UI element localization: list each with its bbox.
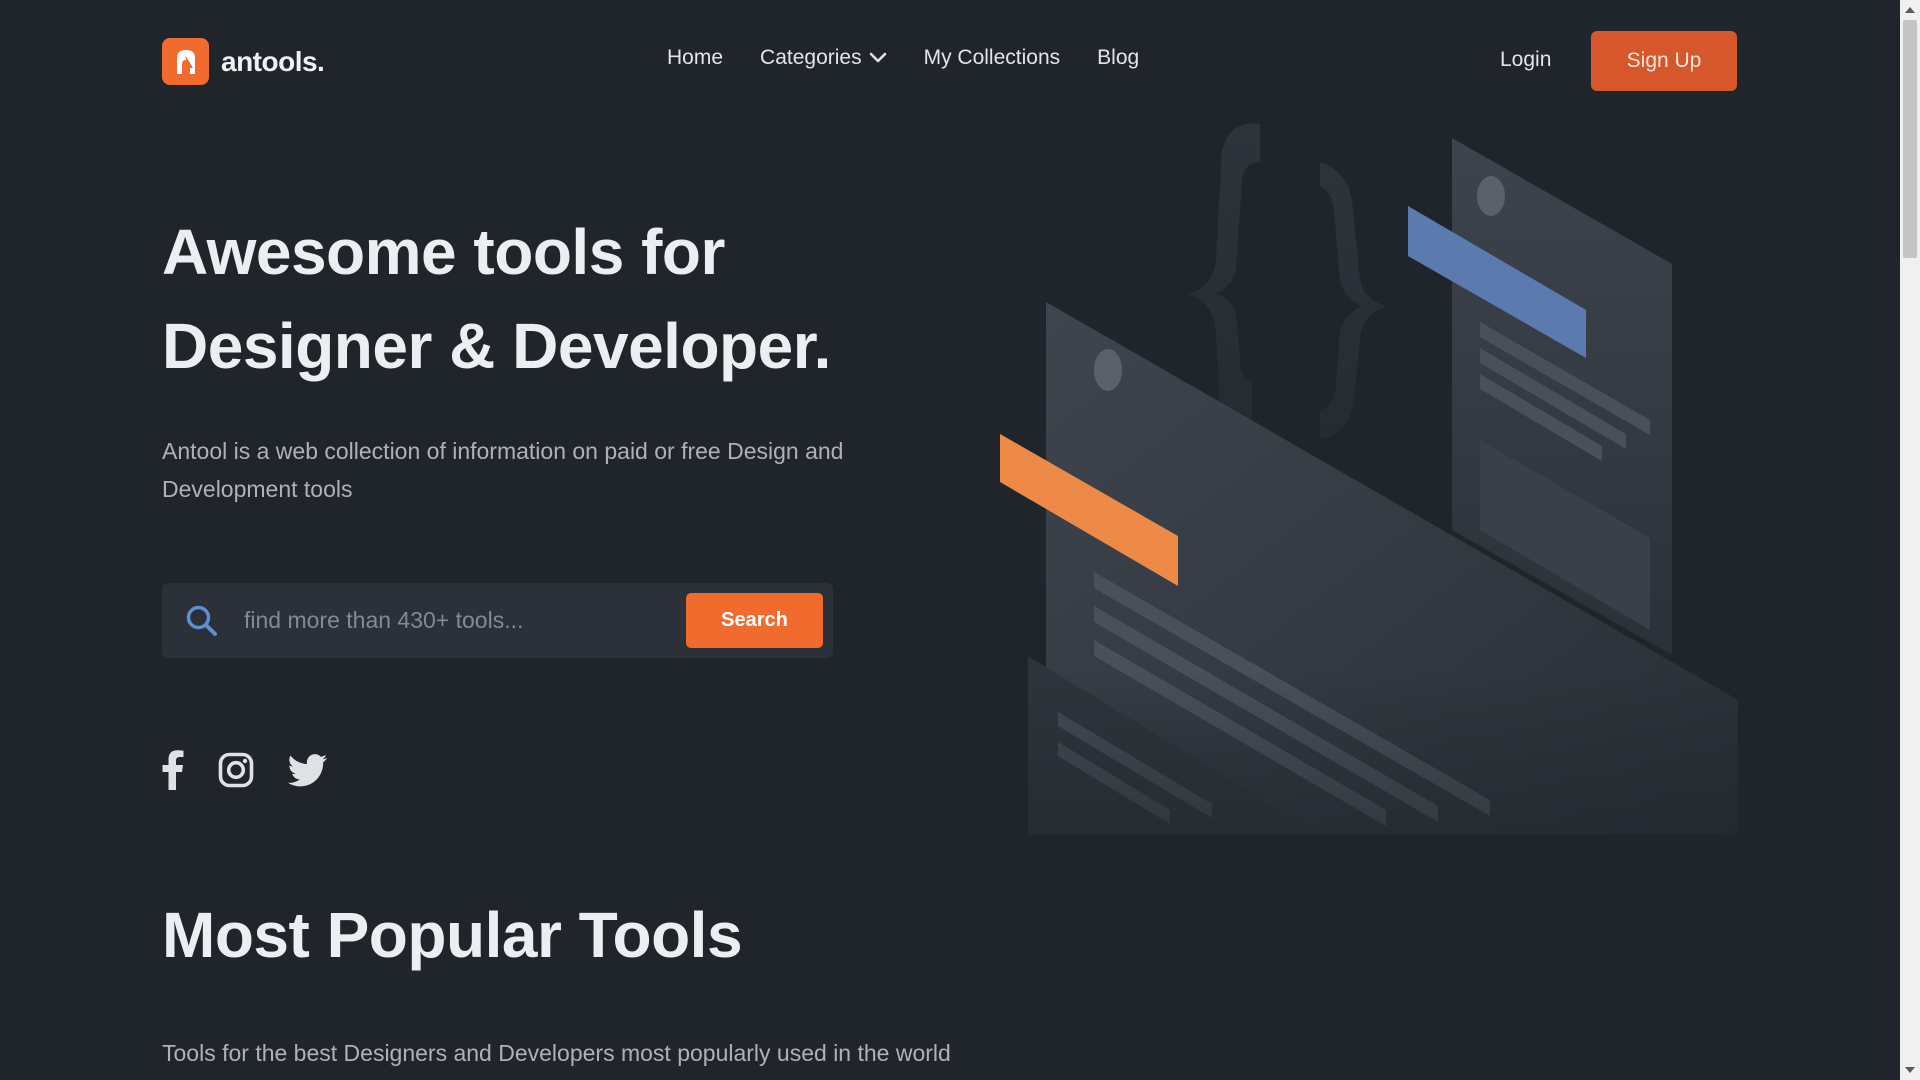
hero-illustration [990,123,1750,835]
signup-button[interactable]: Sign Up [1591,31,1737,91]
hero-title: Awesome tools for Designer & Developer. [162,205,831,393]
hero-title-line1: Awesome tools for [162,216,725,288]
page: antools. Home Categories My Collections … [0,0,1900,1080]
main-menu: Home Categories My Collections Blog [667,46,1176,70]
instagram-icon[interactable] [218,752,254,788]
search-icon [184,603,220,644]
nav-blog[interactable]: Blog [1097,46,1139,70]
nav-home-label: Home [667,46,724,69]
brace-left-shape [1188,123,1260,429]
signup-button-label: Sign Up [1626,49,1702,72]
nav-categories-label: Categories [760,46,862,69]
section-description: Tools for the best Designers and Develop… [162,1040,951,1066]
page-scrollbar[interactable] [1900,0,1920,1080]
brace-right-shape [1320,162,1386,440]
chevron-down-icon [869,52,887,64]
scrollbar-thumb[interactable] [1903,20,1917,258]
scroll-up-arrow-icon[interactable] [1900,0,1920,20]
brand-name: antools. [221,45,325,77]
hero-title-line2: Designer & Developer. [162,310,831,382]
nav-home[interactable]: Home [667,46,723,70]
logo-mark-icon [162,38,209,85]
hero-description: Antool is a web collection of informatio… [162,438,844,502]
nav-blog-label: Blog [1097,46,1140,69]
section-title: Most Popular Tools [162,899,743,971]
search-input[interactable] [244,599,674,641]
facebook-icon[interactable] [162,750,184,790]
search-bar: Search [162,583,833,658]
search-button[interactable]: Search [686,593,823,648]
scroll-down-arrow-icon[interactable] [1900,1060,1920,1080]
brand-logo[interactable]: antools. [162,38,325,85]
twitter-icon[interactable] [288,753,328,787]
nav-categories[interactable]: Categories [760,46,887,70]
login-link[interactable]: Login [1500,48,1551,72]
social-links [162,750,362,790]
top-navbar: antools. Home Categories My Collections … [0,0,1900,122]
nav-my-collections[interactable]: My Collections [924,46,1061,70]
nav-my-collections-label: My Collections [923,46,1061,69]
